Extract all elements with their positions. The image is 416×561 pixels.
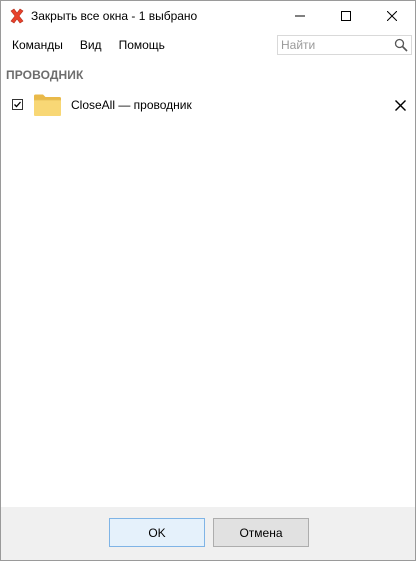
close-window-button[interactable] [369, 1, 415, 31]
dialog-footer: OK Отмена [1, 507, 415, 560]
folder-icon [33, 93, 62, 117]
list-item[interactable]: CloseAll — проводник [1, 91, 415, 119]
search-input[interactable] [281, 37, 391, 53]
minimize-button[interactable] [277, 1, 323, 31]
menu-view[interactable]: Вид [71, 31, 110, 59]
window-list: ПРОВОДНИК CloseAll — проводник [1, 59, 415, 507]
cancel-button[interactable]: Отмена [213, 518, 309, 547]
group-header: ПРОВОДНИК [6, 68, 84, 82]
title-bar[interactable]: Закрыть все окна - 1 выбрано [1, 1, 415, 31]
close-icon [394, 99, 406, 111]
maximize-icon [341, 11, 351, 21]
search-icon[interactable] [394, 38, 408, 52]
item-label: CloseAll — проводник [71, 98, 192, 112]
maximize-button[interactable] [323, 1, 369, 31]
checkmark-icon [14, 101, 21, 108]
ok-button[interactable]: OK [109, 518, 205, 547]
search-box[interactable] [277, 35, 412, 55]
window-title: Закрыть все окна - 1 выбрано [31, 9, 198, 23]
menu-commands[interactable]: Команды [1, 31, 71, 59]
item-checkbox[interactable] [12, 99, 23, 110]
window-controls [277, 1, 415, 31]
minimize-icon [295, 15, 305, 17]
menu-bar: Команды Вид Помощь [1, 31, 415, 59]
red-x-icon [9, 8, 25, 24]
close-icon [387, 11, 397, 21]
close-item-button[interactable] [391, 96, 409, 114]
menu-help[interactable]: Помощь [110, 31, 173, 59]
dialog-window: Закрыть все окна - 1 выбрано Команды Вид… [0, 0, 416, 561]
